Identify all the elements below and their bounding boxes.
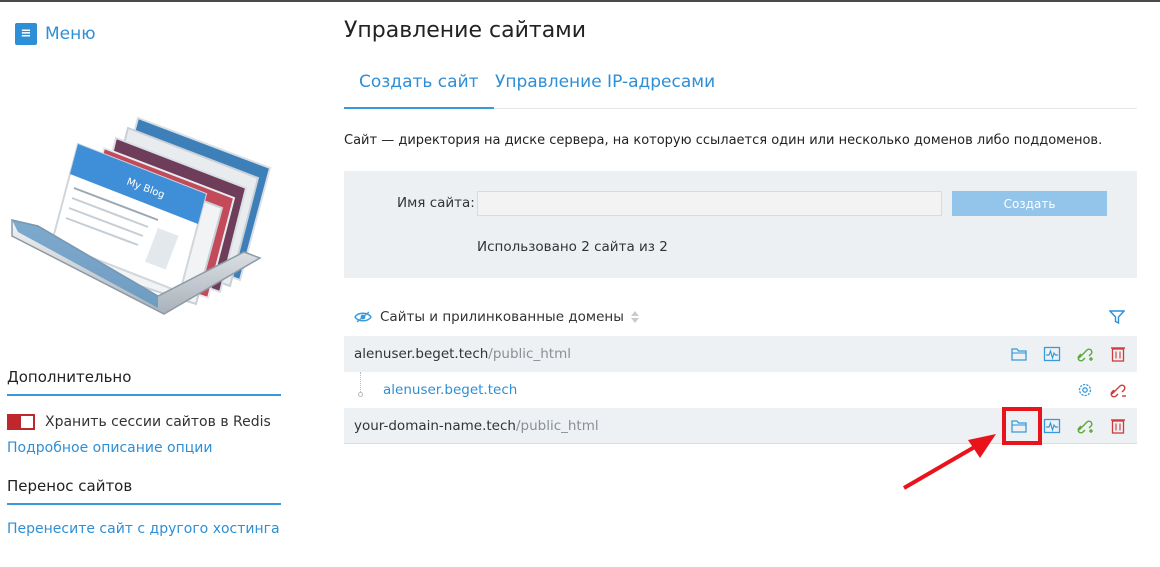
create-button[interactable]: Создать [952, 191, 1107, 216]
site-name: your-domain-name.tech/public_html [354, 418, 599, 434]
site-path: /public_html [515, 418, 599, 434]
gear-icon[interactable] [1076, 381, 1094, 399]
site-name: alenuser.beget.tech/public_html [354, 346, 571, 362]
hamburger-icon: ≡ [15, 23, 37, 45]
site-path: /public_html [488, 346, 571, 362]
redis-toggle[interactable] [7, 414, 35, 430]
link-domain-icon[interactable] [1076, 417, 1094, 435]
transfer-section-title: Перенос сайтов [7, 477, 281, 505]
menu-button[interactable]: ≡ Меню [15, 23, 96, 45]
extra-section-title: Дополнительно [7, 368, 281, 396]
unlink-domain-icon[interactable] [1109, 381, 1127, 399]
folder-icon[interactable] [1010, 345, 1028, 363]
eye-icon[interactable] [354, 310, 372, 324]
sort-icon[interactable] [630, 310, 640, 324]
activity-monitor-icon[interactable] [1043, 417, 1061, 435]
site-row: alenuser.beget.tech/public_html [344, 336, 1137, 372]
highlight-box [1002, 407, 1042, 445]
page-title: Управление сайтами [344, 18, 587, 43]
filter-icon[interactable] [1109, 309, 1125, 325]
transfer-site-link[interactable]: Перенесите сайт с другого хостинга [7, 521, 280, 537]
site-name-label: Имя сайта: [397, 195, 475, 211]
site-name-text: your-domain-name.tech [354, 418, 516, 434]
page-description: Сайт — директория на диске сервера, на к… [344, 133, 1103, 148]
usage-counter: Использовано 2 сайта из 2 [477, 239, 668, 255]
redis-details-link[interactable]: Подробное описание опции [7, 440, 213, 456]
site-name-text: alenuser.beget.tech [354, 346, 489, 362]
site-name-input[interactable] [477, 191, 942, 216]
linked-domain-link[interactable]: alenuser.beget.tech [383, 382, 517, 398]
sites-list-header: Сайты и прилинкованные домены [344, 301, 1137, 333]
tab-ip-management[interactable]: Управление IP-адресами [480, 68, 730, 109]
sites-list-title: Сайты и прилинкованные домены [380, 309, 624, 325]
delete-icon[interactable] [1109, 345, 1127, 363]
domain-actions [1061, 381, 1127, 399]
redis-toggle-label: Хранить сессии сайтов в Redis [45, 414, 271, 430]
link-domain-icon[interactable] [1076, 345, 1094, 363]
site-actions [995, 345, 1127, 363]
menu-label: Меню [45, 24, 96, 44]
domain-row: alenuser.beget.tech [344, 372, 1137, 408]
tab-bar: Создать сайт Управление IP-адресами [344, 68, 1137, 109]
activity-monitor-icon[interactable] [1043, 345, 1061, 363]
redis-toggle-row: Хранить сессии сайтов в Redis [7, 414, 271, 430]
browser-windows-stack-illustration: My Blog [11, 116, 272, 315]
toggle-knob [9, 416, 21, 428]
top-border [0, 0, 1160, 2]
delete-icon[interactable] [1109, 417, 1127, 435]
tree-connector-dot [358, 392, 363, 397]
create-site-panel: Имя сайта: Создать Использовано 2 сайта … [344, 171, 1137, 278]
tree-connector [360, 372, 362, 394]
tab-create-site[interactable]: Создать сайт [344, 68, 494, 109]
